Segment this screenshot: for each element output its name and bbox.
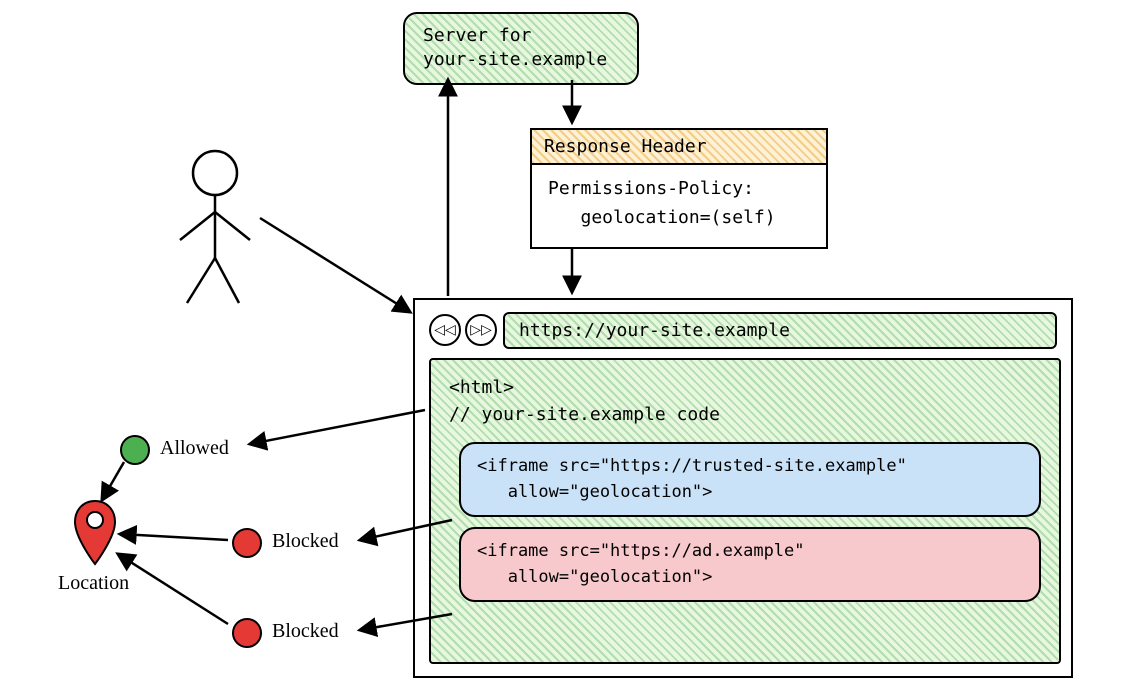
status-label-blocked-1: Blocked (272, 530, 339, 553)
browser-nav-buttons: ◁◁ ▷▷ (429, 314, 497, 346)
status-label-blocked-2: Blocked (272, 620, 339, 643)
browser-window: ◁◁ ▷▷ https://your-site.example <html> /… (413, 298, 1073, 678)
status-dot-allowed (120, 435, 150, 465)
diagram-root: Server for your-site.example Response He… (0, 0, 1133, 694)
response-header-title: Response Header (532, 130, 826, 165)
location-label: Location (58, 572, 129, 595)
user-stick-figure (165, 148, 255, 308)
arrow-user-to-browser (260, 218, 410, 312)
arrow-blocked2-to-pin (118, 554, 228, 624)
page-comment: // your-site.example code (449, 404, 720, 425)
response-header-box: Response Header Permissions-Policy: geol… (530, 128, 828, 249)
forward-button[interactable]: ▷▷ (465, 314, 497, 346)
status-label-allowed: Allowed (160, 437, 229, 460)
response-header-body: Permissions-Policy: geolocation=(self) (532, 165, 826, 247)
url-bar[interactable]: https://your-site.example (503, 312, 1057, 349)
server-line1: Server for (423, 25, 531, 46)
arrow-blocked1-to-pin (120, 534, 228, 540)
location-pin-icon (70, 498, 120, 568)
server-box: Server for your-site.example (403, 12, 639, 85)
status-dot-blocked-1 (232, 528, 262, 558)
page-body: <html> // your-site.example code <iframe… (429, 358, 1061, 664)
page-code: <html> // your-site.example code (431, 360, 1059, 432)
html-open-tag: <html> (449, 377, 514, 398)
back-button[interactable]: ◁◁ (429, 314, 461, 346)
iframe-ad: <iframe src="https://ad.example" allow="… (459, 527, 1041, 602)
server-line2: your-site.example (423, 49, 607, 70)
status-dot-blocked-2 (232, 618, 262, 648)
iframe-trusted: <iframe src="https://trusted-site.exampl… (459, 442, 1041, 517)
arrow-code-to-allowed (250, 410, 425, 444)
arrow-allowed-to-pin (102, 462, 124, 500)
